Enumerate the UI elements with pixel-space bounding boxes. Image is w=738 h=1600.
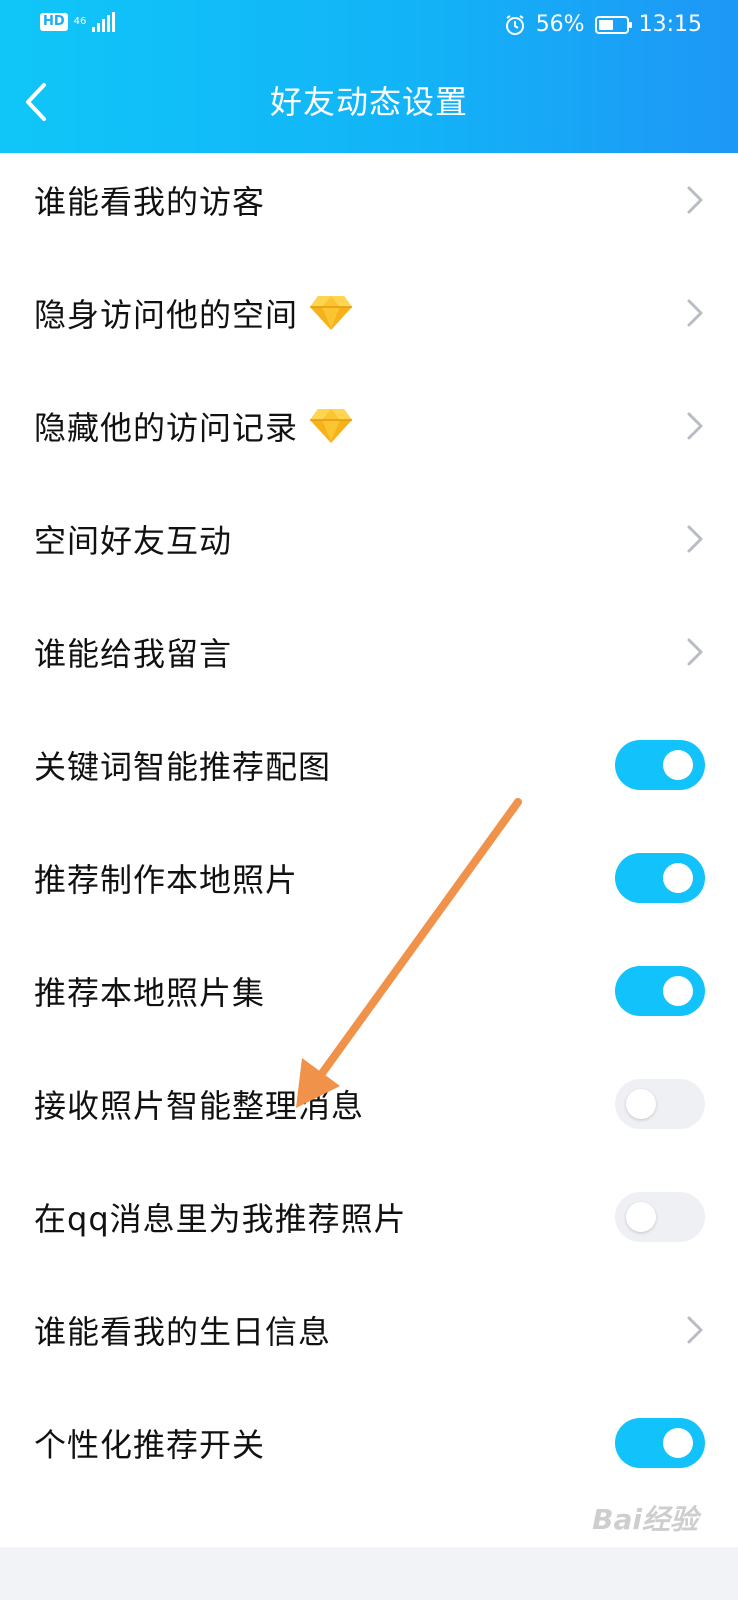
row-label-text: 谁能给我留言 <box>34 634 233 673</box>
toggle-switch[interactable] <box>615 1191 705 1242</box>
settings-row[interactable]: 谁能看我的生日信息 <box>0 1273 738 1386</box>
row-label-text: 关键词智能推荐配图 <box>34 747 332 786</box>
row-label: 个性化推荐开关 <box>34 1420 265 1466</box>
toggle-knob <box>626 1088 656 1119</box>
toggle-switch[interactable] <box>615 1417 705 1468</box>
row-label-text: 隐藏他的访问记录 <box>34 408 299 447</box>
settings-list: 允许查看动态的范围谁能看我的访客隐身访问他的空间隐藏他的访问记录空间好友互动谁能… <box>0 70 738 1499</box>
settings-row: 接收照片智能整理消息 <box>0 1047 738 1160</box>
row-label: 关键词智能推荐配图 <box>34 742 331 788</box>
title-bar: 好友动态设置 <box>0 52 738 153</box>
row-label: 推荐制作本地照片 <box>34 855 298 901</box>
row-label-text: 隐身访问他的空间 <box>34 295 299 334</box>
settings-row: 在qq消息里为我推荐照片 <box>0 1160 738 1273</box>
alarm-icon <box>505 15 524 35</box>
row-label: 空间好友互动 <box>34 516 232 562</box>
settings-row[interactable]: 空间好友互动 <box>0 482 738 595</box>
row-label: 推荐本地照片集 <box>34 968 265 1014</box>
bottom-strip <box>0 1547 738 1600</box>
settings-row[interactable]: 隐身访问他的空间 <box>0 256 738 369</box>
chevron-right-icon <box>686 524 704 554</box>
battery-icon <box>594 16 632 34</box>
row-label-text: 空间好友互动 <box>34 521 233 560</box>
settings-row[interactable]: 隐藏他的访问记录 <box>0 369 738 482</box>
row-label-text: 推荐本地照片集 <box>34 973 266 1012</box>
settings-row[interactable]: 谁能给我留言 <box>0 595 738 708</box>
diamond-icon <box>308 294 354 332</box>
row-label: 在qq消息里为我推荐照片 <box>34 1194 407 1240</box>
status-right: 56% 13:15 <box>504 10 702 40</box>
settings-row: 推荐制作本地照片 <box>0 821 738 934</box>
row-label-text: 推荐制作本地照片 <box>34 860 299 899</box>
network-type: 46 <box>74 17 87 27</box>
row-label: 接收照片智能整理消息 <box>34 1081 364 1127</box>
row-label-text: 在qq消息里为我推荐照片 <box>34 1199 407 1238</box>
row-label: 隐身访问他的空间 <box>34 290 354 336</box>
settings-row: 关键词智能推荐配图 <box>0 708 738 821</box>
row-label-text: 谁能看我的访客 <box>34 182 266 221</box>
hd-badge: HD <box>40 13 68 31</box>
diamond-icon <box>308 407 354 445</box>
row-label: 隐藏他的访问记录 <box>34 403 354 449</box>
settings-row: 推荐本地照片集 <box>0 934 738 1047</box>
toggle-switch[interactable] <box>615 852 705 903</box>
watermark: Bai经验 <box>592 1503 698 1536</box>
row-label: 谁能给我留言 <box>34 629 232 675</box>
battery-percent: 56% <box>535 12 585 37</box>
chevron-right-icon <box>686 185 704 215</box>
clock: 13:15 <box>638 12 702 37</box>
toggle-switch[interactable] <box>615 739 705 790</box>
signal-icon <box>92 12 116 32</box>
toggle-knob <box>626 1201 656 1232</box>
settings-row[interactable]: 谁能看我的访客 <box>0 143 738 256</box>
toggle-switch[interactable] <box>615 1078 705 1129</box>
toggle-knob <box>663 862 693 893</box>
settings-row: 个性化推荐开关 <box>0 1386 738 1499</box>
row-label-text: 个性化推荐开关 <box>34 1425 266 1464</box>
chevron-right-icon <box>686 1315 704 1345</box>
toggle-knob <box>663 749 693 780</box>
chevron-right-icon <box>686 298 704 328</box>
row-label-text: 接收照片智能整理消息 <box>34 1086 365 1125</box>
network-label: 46 <box>73 16 87 27</box>
toggle-knob <box>663 1427 693 1458</box>
chevron-right-icon <box>686 637 704 667</box>
status-left: HD 46 <box>40 12 116 32</box>
row-label: 谁能看我的生日信息 <box>34 1307 331 1353</box>
row-label: 谁能看我的访客 <box>34 177 265 223</box>
chevron-right-icon <box>686 411 704 441</box>
toggle-switch[interactable] <box>615 965 705 1016</box>
toggle-knob <box>663 975 693 1006</box>
page-title: 好友动态设置 <box>269 83 468 121</box>
row-label-text: 谁能看我的生日信息 <box>34 1312 332 1351</box>
status-bar: HD 46 56% 13:15 <box>0 0 738 52</box>
app-header: HD 46 56% 13:15 好友动态设置 <box>0 0 738 153</box>
